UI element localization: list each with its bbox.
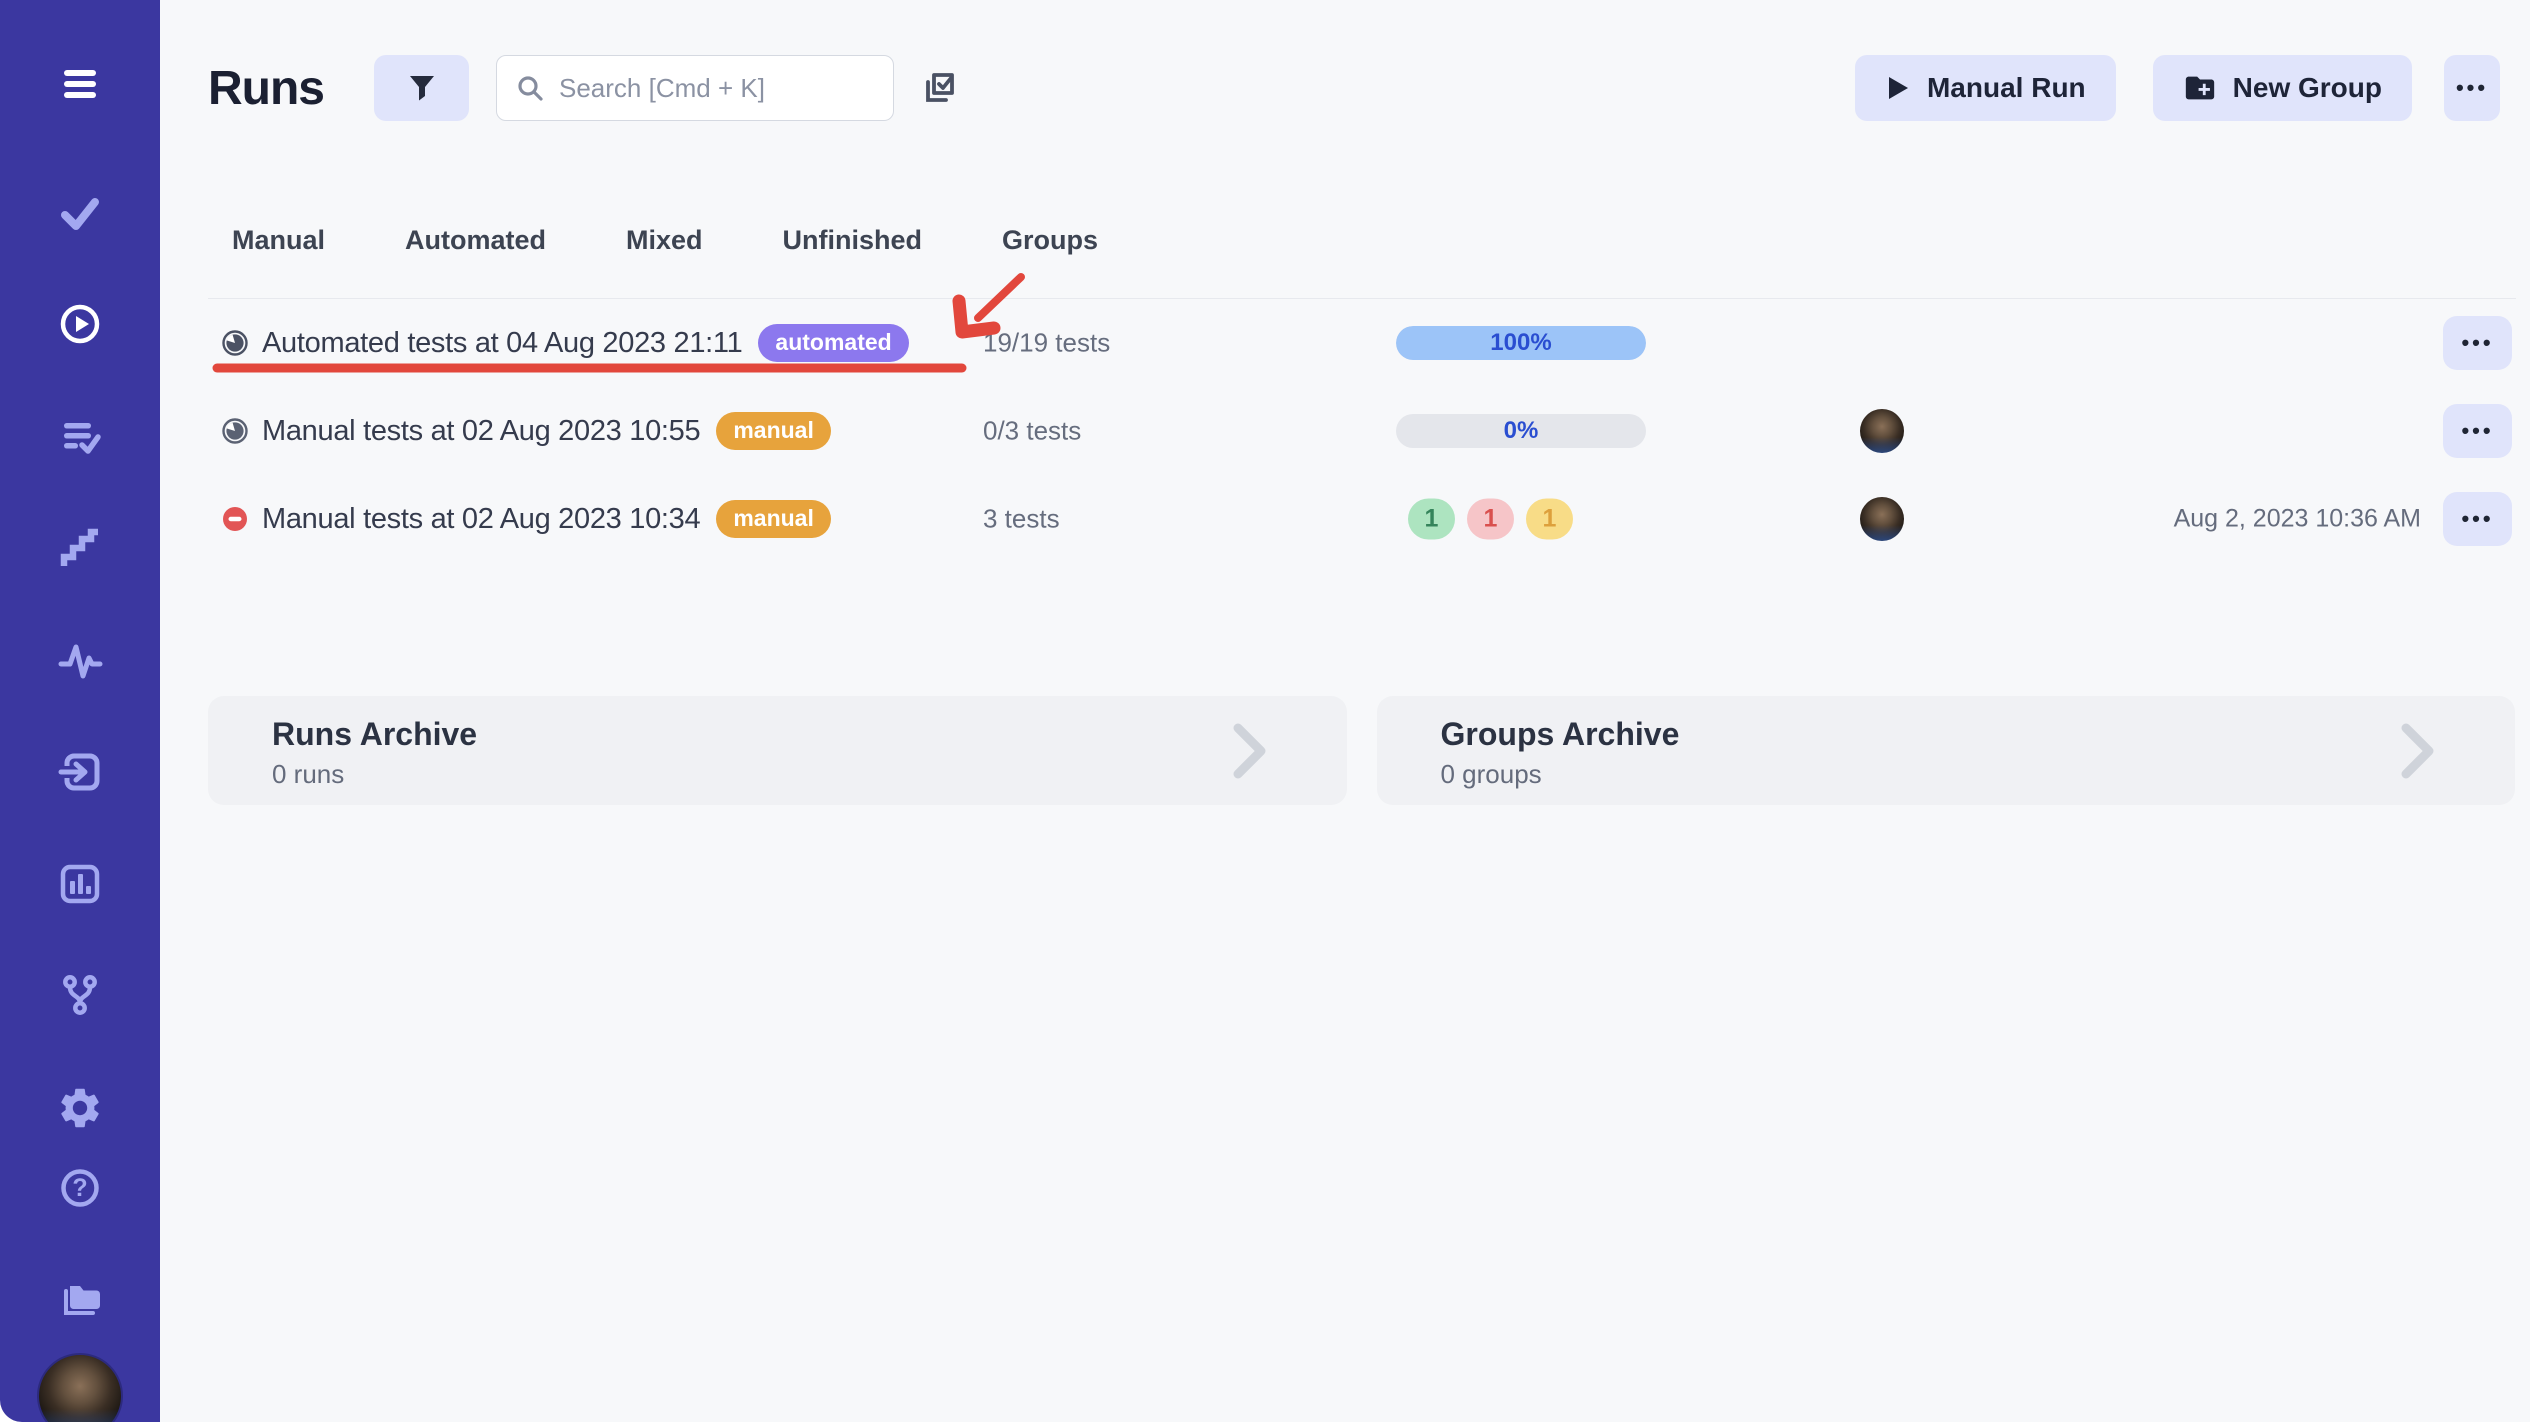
play-icon [1885,74,1911,102]
run-progress-pie-icon [222,418,248,444]
test-plans-icon[interactable] [56,412,104,460]
progress-bar: 0% [1396,414,1646,448]
ellipsis-icon: ••• [2461,420,2493,442]
tab-automated[interactable]: Automated [405,225,546,256]
milestones-icon[interactable] [56,525,104,573]
groups-archive-card[interactable]: Groups Archive 0 groups [1377,696,2516,805]
run-more-button[interactable]: ••• [2443,404,2512,458]
tab-unfinished[interactable]: Unfinished [783,225,923,256]
filter-button[interactable] [374,55,469,121]
run-progress-pie-icon [222,330,248,356]
progress-label: 100% [1396,326,1646,360]
ellipsis-icon: ••• [2461,332,2493,354]
tab-mixed[interactable]: Mixed [626,225,703,256]
tests-count: 3 tests [983,504,1060,535]
header-actions: Manual Run New Group ••• [1855,55,2500,121]
filter-icon [405,71,439,105]
archive-title: Runs Archive [272,716,1347,753]
help-icon[interactable]: ? [56,1164,104,1212]
tests-count: 0/3 tests [983,416,1081,447]
search-icon [515,73,545,103]
import-icon[interactable] [56,748,104,796]
failed-count-badge: 1 [1467,499,1514,540]
archive-count: 0 groups [1441,759,2516,790]
run-row-manual-1055: Manual tests at 02 Aug 2023 10:55 manual… [208,387,2516,475]
run-title[interactable]: Automated tests at 04 Aug 2023 21:11 [262,327,742,360]
runs-archive-card[interactable]: Runs Archive 0 runs [208,696,1347,805]
chevron-right-icon [1233,723,1267,779]
ellipsis-icon: ••• [2456,77,2488,99]
tab-manual[interactable]: Manual [232,225,325,256]
progress-label: 0% [1396,414,1646,448]
bulk-select-icon[interactable] [918,67,960,109]
manual-run-label: Manual Run [1927,72,2086,104]
projects-icon[interactable] [56,1274,104,1322]
run-stopped-icon [222,506,248,532]
ellipsis-icon: ••• [2461,508,2493,530]
page-header: Runs Manual Run [208,54,2500,122]
user-avatar[interactable] [37,1353,123,1422]
tests-count: 19/19 tests [983,328,1110,359]
svg-text:?: ? [72,1174,87,1202]
new-group-label: New Group [2233,72,2382,104]
defects-icon[interactable] [56,636,104,684]
integrations-icon[interactable] [56,971,104,1019]
run-row-automated: Automated tests at 04 Aug 2023 21:11 aut… [208,299,2516,387]
run-title[interactable]: Manual tests at 02 Aug 2023 10:55 [262,415,700,448]
run-type-badge: automated [758,324,908,362]
page-title: Runs [208,61,324,116]
test-cases-icon[interactable] [56,189,104,237]
sidebar: ? [0,0,160,1422]
new-group-button[interactable]: New Group [2153,55,2412,121]
tab-groups[interactable]: Groups [1002,225,1098,256]
run-title[interactable]: Manual tests at 02 Aug 2023 10:34 [262,503,700,536]
manual-run-button[interactable]: Manual Run [1855,55,2116,121]
passed-count-badge: 1 [1408,499,1455,540]
run-row-manual-1034: Manual tests at 02 Aug 2023 10:34 manual… [208,475,2516,563]
assignee-avatar[interactable] [1860,409,1904,453]
folder-plus-icon [2183,71,2217,105]
search-input[interactable] [559,73,875,104]
archive-count: 0 runs [272,759,1347,790]
blocked-count-badge: 1 [1526,499,1573,540]
archive-title: Groups Archive [1441,716,2516,753]
settings-icon[interactable] [56,1084,104,1132]
assignee-avatar[interactable] [1860,497,1904,541]
run-tabs: Manual Automated Mixed Unfinished Groups [232,213,2530,267]
run-more-button[interactable]: ••• [2443,316,2512,370]
result-stats: 1 1 1 [1408,499,1573,540]
completed-date: Aug 2, 2023 10:36 AM [2174,505,2421,534]
search-box[interactable] [496,55,894,121]
test-runs-icon[interactable] [56,300,104,348]
progress-bar: 100% [1396,326,1646,360]
menu-icon[interactable] [56,60,104,108]
run-type-badge: manual [716,500,831,538]
analytics-icon[interactable] [56,860,104,908]
run-type-badge: manual [716,412,831,450]
archive-section: Runs Archive 0 runs Groups Archive 0 gro… [208,696,2515,805]
run-more-button[interactable]: ••• [2443,492,2512,546]
chevron-right-icon [2401,723,2435,779]
main-content: Runs Manual Run [160,0,2530,1422]
runs-list: Automated tests at 04 Aug 2023 21:11 aut… [208,298,2516,563]
header-more-button[interactable]: ••• [2444,55,2500,121]
